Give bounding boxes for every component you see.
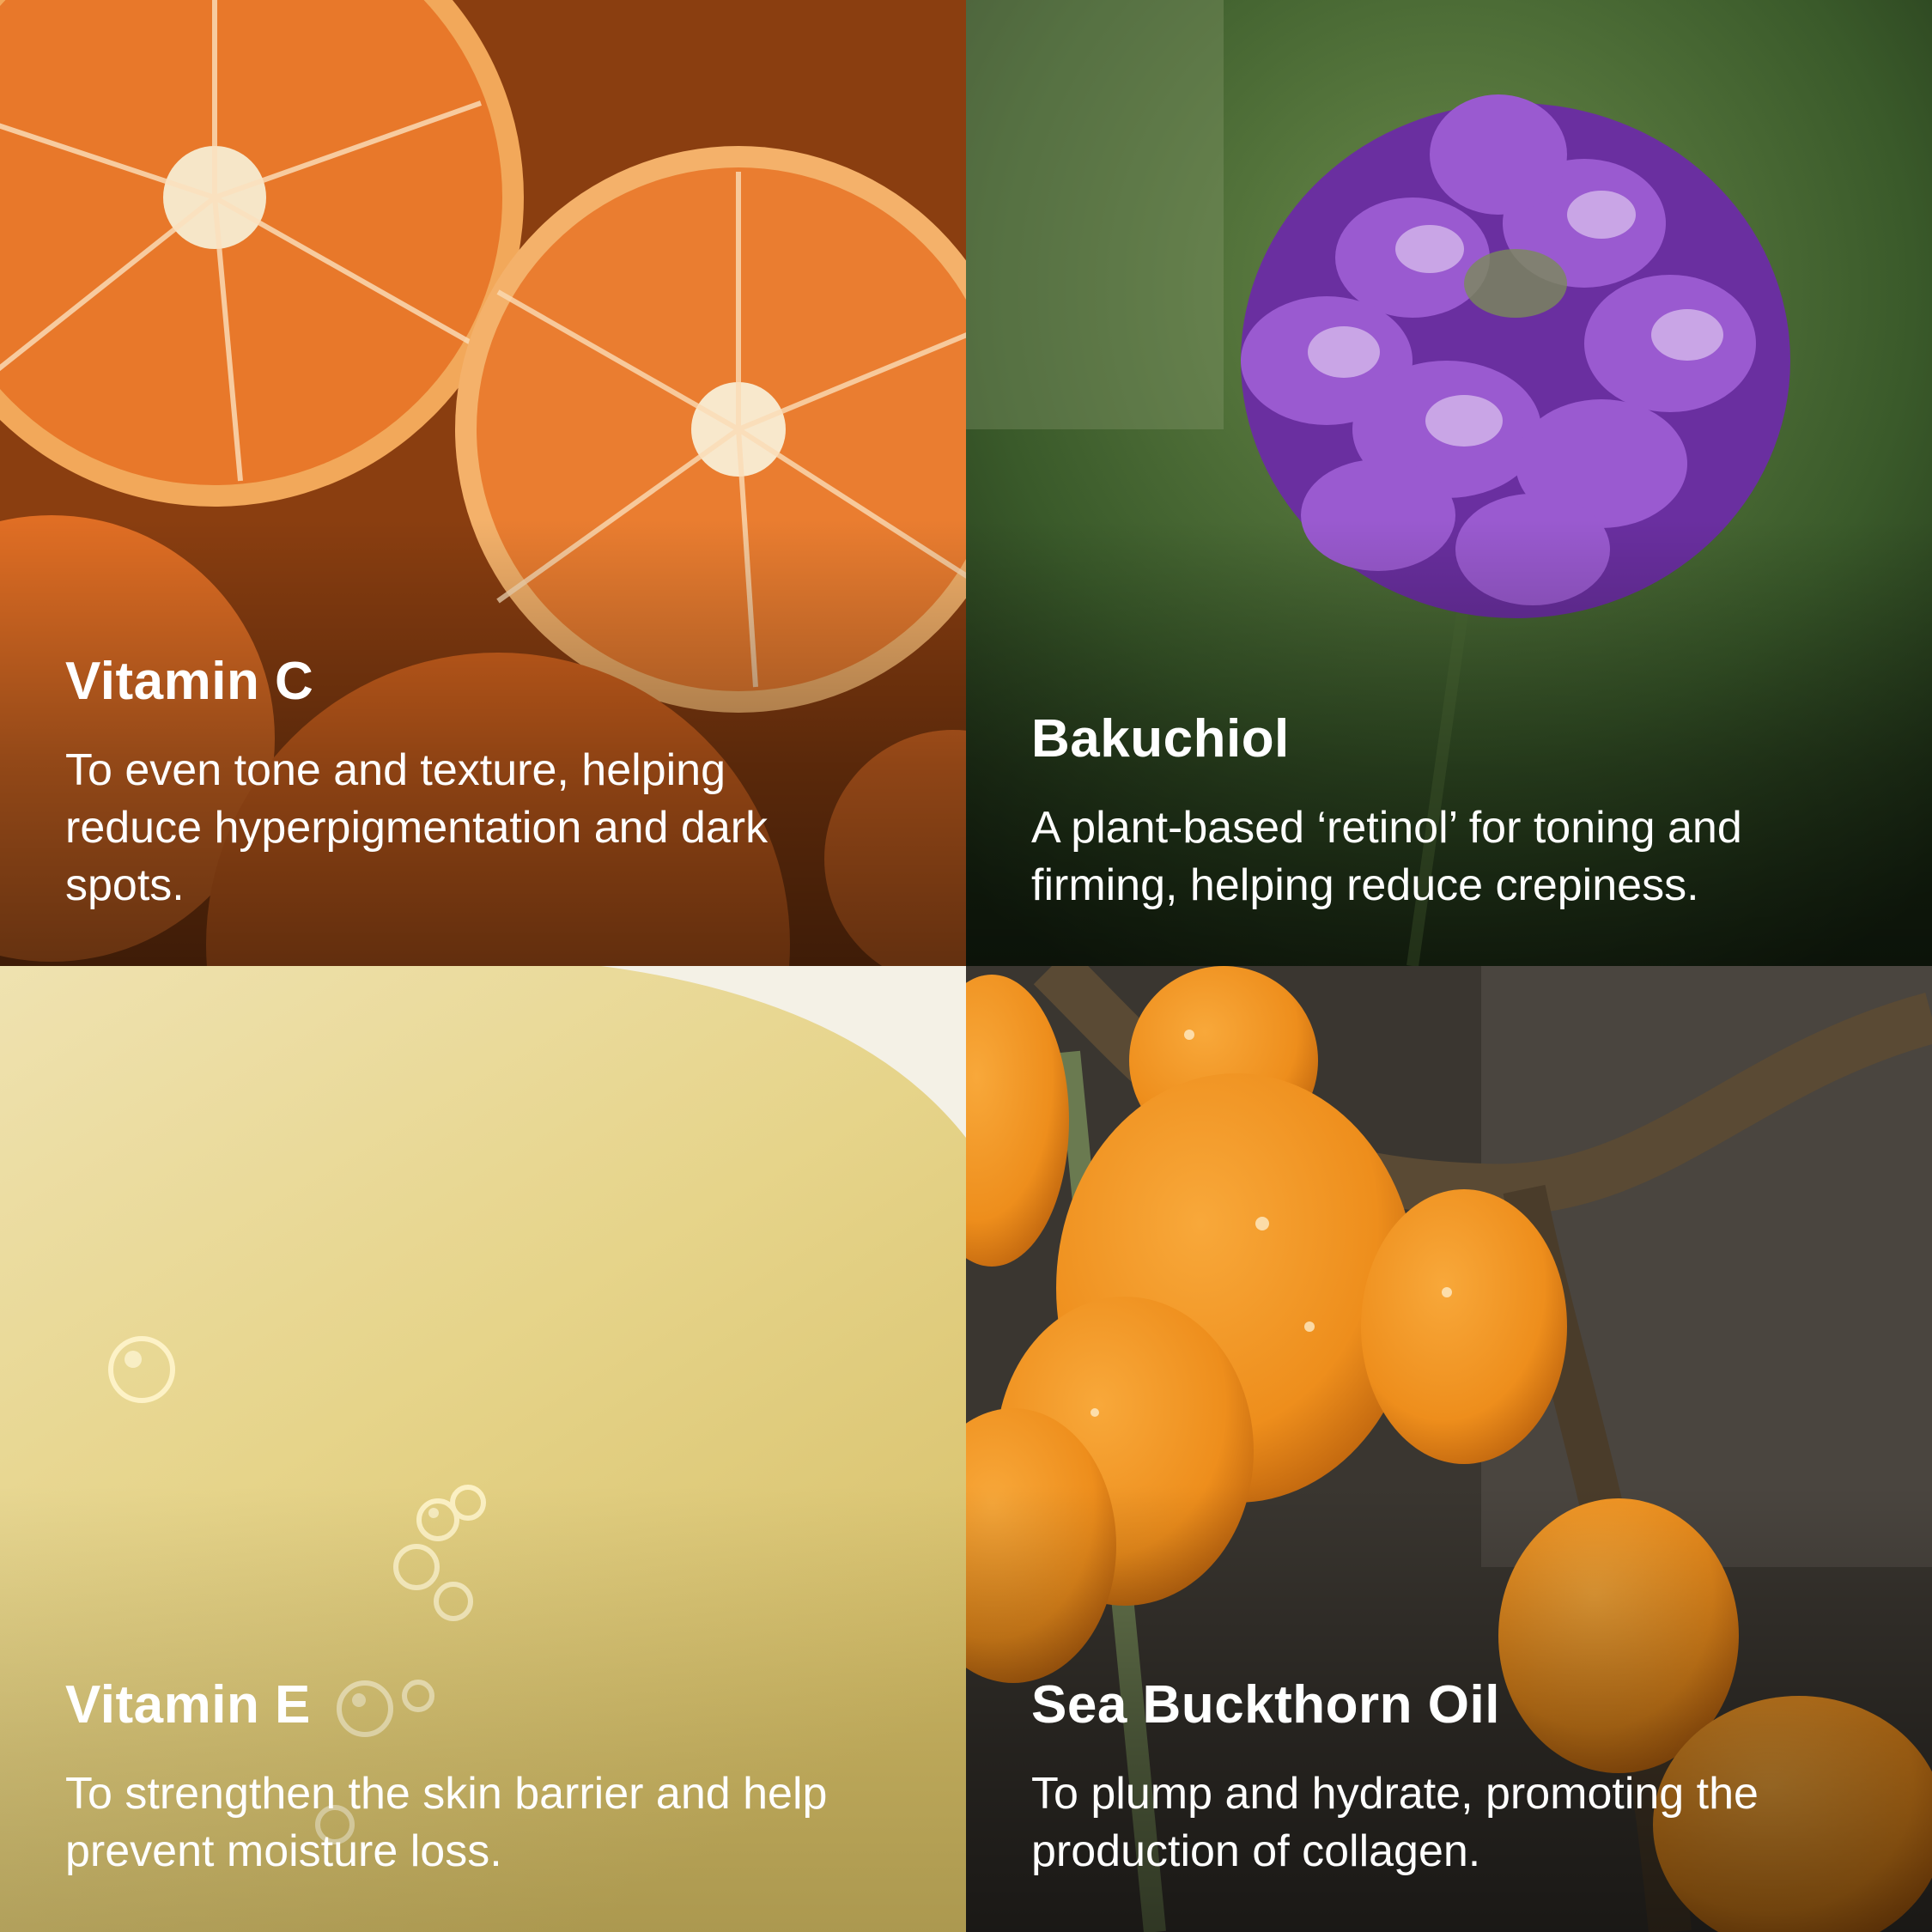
ingredient-title: Bakuchiol [1031, 708, 1290, 769]
ingredient-tile-bakuchiol: Bakuchiol A plant-based ‘retinol’ for to… [966, 0, 1932, 966]
caption: Vitamin C To even tone and texture, help… [65, 651, 914, 914]
ingredient-tile-vitamin-c: Vitamin C To even tone and texture, help… [0, 0, 966, 966]
ingredient-description: A plant-based ‘retinol’ for toning and f… [1031, 803, 1742, 910]
ingredient-title: Sea Buckthorn Oil [1031, 1674, 1500, 1735]
ingredient-tile-sea-buckthorn-oil: Sea Buckthorn Oil To plump and hydrate, … [966, 966, 1932, 1932]
ingredient-description: To strengthen the skin barrier and help … [65, 1769, 828, 1876]
ingredient-grid: Vitamin C To even tone and texture, help… [0, 0, 1932, 1932]
ingredient-description: To even tone and texture, helping reduce… [65, 745, 769, 910]
ingredient-tile-vitamin-e: Vitamin E To strengthen the skin barrier… [0, 966, 966, 1932]
ingredient-title: Vitamin E [65, 1674, 311, 1735]
caption: Vitamin E To strengthen the skin barrier… [65, 1674, 914, 1880]
caption: Sea Buckthorn Oil To plump and hydrate, … [1031, 1674, 1880, 1880]
caption: Bakuchiol A plant-based ‘retinol’ for to… [1031, 708, 1880, 914]
ingredient-description: To plump and hydrate, promoting the prod… [1031, 1769, 1759, 1876]
ingredient-title: Vitamin C [65, 651, 314, 711]
